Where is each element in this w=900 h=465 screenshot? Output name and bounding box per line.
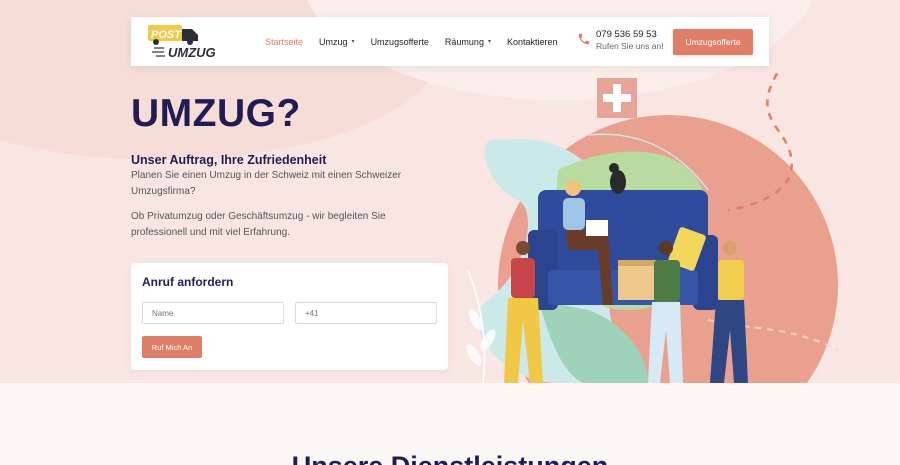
nav-item-startseite[interactable]: Startseite (265, 37, 303, 47)
svg-text:UMZUG: UMZUG (168, 45, 216, 60)
nav-item-raeumung[interactable]: Räumung ▾ (445, 37, 491, 47)
site-header: POST UMZUG Startseite Umzug ▾ Umzugsoffe… (131, 17, 769, 66)
phone-subtitle: Rufen Sie uns an! (596, 41, 664, 51)
nav-item-label: Startseite (265, 36, 304, 47)
nav-item-label: Kontaktieren (506, 36, 558, 47)
moving-illustration (466, 70, 839, 383)
main-navigation: Startseite Umzug ▾ Umzugsofferte Räumung… (265, 17, 574, 66)
phone-contact[interactable]: 079 536 59 53 Rufen Sie uns an! (577, 29, 664, 52)
callback-form: Anruf anfordern Ruf Mich An (131, 263, 448, 370)
nav-item-kontaktieren[interactable]: Kontaktieren (507, 37, 558, 47)
ruf-mich-an-button[interactable]: Ruf Mich An (142, 336, 202, 358)
nav-item-label: Räumung (444, 36, 484, 47)
hero-paragraph: Planen Sie einen Umzug in der Schweiz mi… (131, 170, 402, 197)
hero-subtitle: Unser Auftrag, Ihre Zufriedenheit (131, 153, 327, 167)
phone-input[interactable] (295, 302, 437, 324)
section-title: Unsere Dienstleistungen (0, 451, 900, 465)
services-section: Unsere Dienstleistungen (0, 383, 900, 465)
nav-item-umzugsofferte[interactable]: Umzugsofferte (371, 37, 429, 47)
post-umzug-logo[interactable]: POST UMZUG (148, 23, 222, 61)
umzugsofferte-button[interactable]: Umzugsofferte (673, 29, 753, 55)
phone-number: 079 536 59 53 (596, 29, 657, 40)
nav-item-umzug[interactable]: Umzug ▾ (319, 37, 355, 47)
nav-item-label: Umzug (319, 36, 348, 47)
form-title: Anruf anfordern (142, 275, 234, 289)
svg-text:POST: POST (151, 29, 182, 41)
page-title: UMZUG? (131, 92, 301, 135)
name-input[interactable] (142, 302, 284, 324)
phone-icon (578, 33, 590, 45)
nav-item-label: Umzugsofferte (370, 36, 429, 47)
hero-paragraph: Ob Privatumzug oder Geschäftsumzug - wir… (131, 211, 386, 238)
chevron-down-icon: ▾ (351, 39, 355, 45)
chevron-down-icon: ▾ (487, 39, 491, 45)
